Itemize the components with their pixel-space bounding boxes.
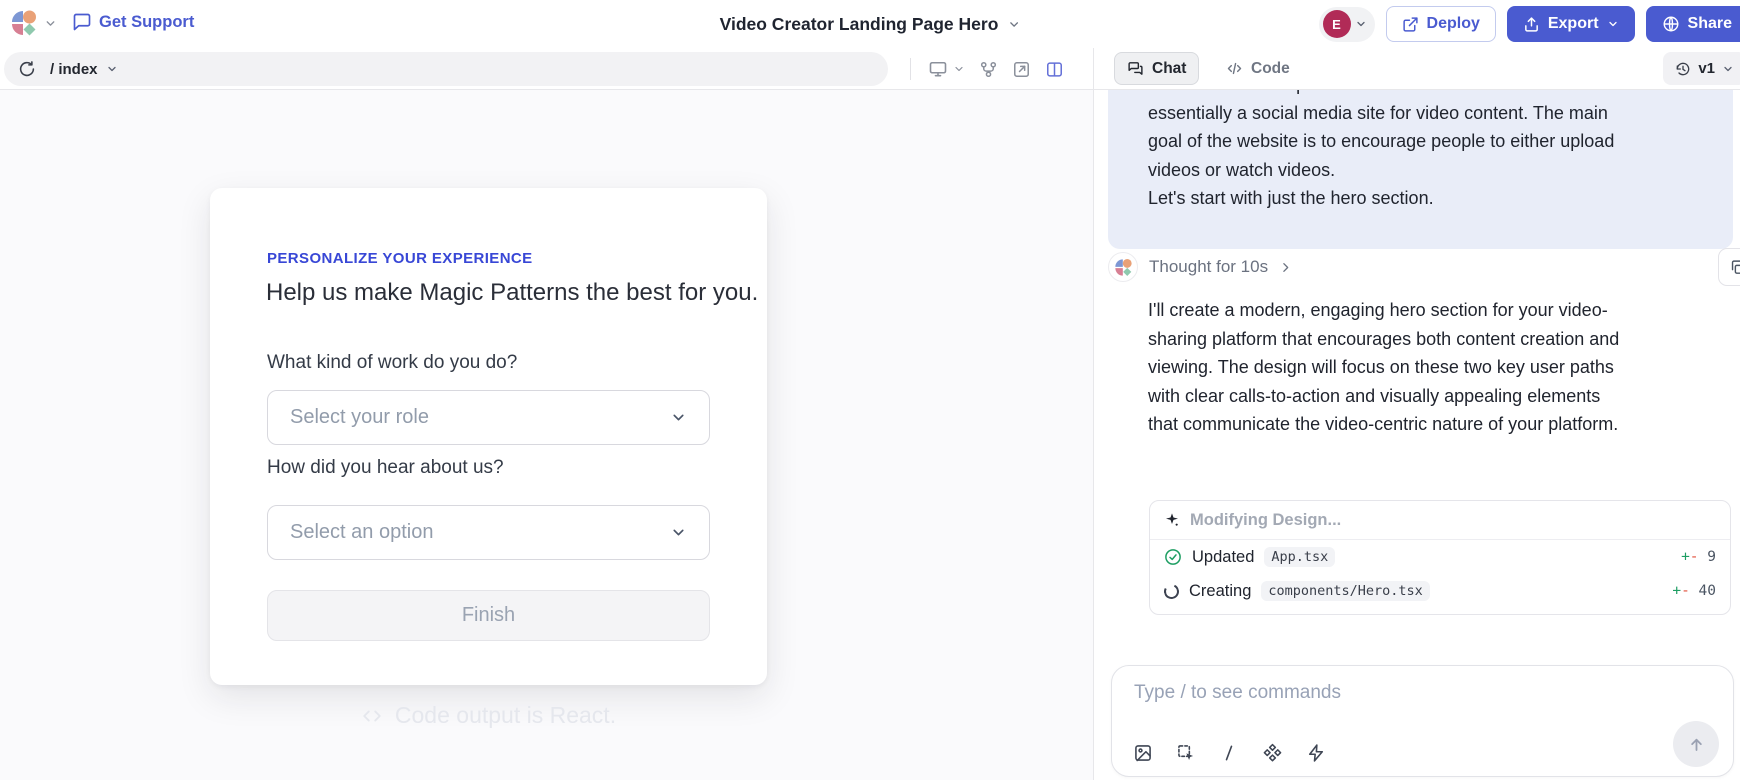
chevron-right-icon bbox=[1279, 261, 1292, 274]
deploy-button[interactable]: Deploy bbox=[1386, 6, 1496, 42]
tool-row-creating[interactable]: Creating components/Hero.tsx +- 40 bbox=[1150, 574, 1730, 608]
chat-bubble-icon bbox=[72, 12, 92, 32]
url-bar[interactable]: / index bbox=[4, 52, 888, 86]
external-link-icon bbox=[1402, 16, 1419, 33]
chat-input[interactable] bbox=[1134, 682, 1653, 704]
preview-panel: PERSONALIZE YOUR EXPERIENCE Help us make… bbox=[0, 90, 1093, 780]
assistant-avatar bbox=[1108, 252, 1138, 282]
avatar: E bbox=[1323, 10, 1351, 38]
thought-toggle[interactable]: Thought for 10s bbox=[1108, 252, 1292, 282]
thought-label: Thought for 10s bbox=[1149, 257, 1268, 277]
tool-row-status: Updated bbox=[1192, 548, 1254, 567]
history-icon bbox=[1675, 61, 1691, 77]
finish-button[interactable]: Finish bbox=[267, 590, 710, 641]
diff-stat: +- 40 bbox=[1672, 583, 1716, 599]
personalize-modal: PERSONALIZE YOUR EXPERIENCE Help us make… bbox=[210, 188, 767, 685]
tool-row-status: Creating bbox=[1189, 582, 1251, 601]
chevron-down-icon bbox=[953, 63, 965, 75]
tab-code[interactable]: Code bbox=[1216, 52, 1300, 85]
code-output-watermark: Code output is React. bbox=[0, 702, 977, 729]
copy-message-button[interactable] bbox=[1718, 248, 1740, 286]
get-support-link[interactable]: Get Support bbox=[72, 12, 194, 32]
hear-about-select[interactable]: Select an option bbox=[267, 505, 710, 560]
file-chip: components/Hero.tsx bbox=[1261, 581, 1429, 601]
modal-eyebrow: PERSONALIZE YOUR EXPERIENCE bbox=[267, 250, 533, 267]
hear-select-placeholder: Select an option bbox=[290, 521, 670, 544]
tool-card-header: Modifying Design... bbox=[1190, 511, 1341, 530]
sparkle-icon bbox=[1164, 512, 1180, 528]
account-menu[interactable]: E bbox=[1319, 7, 1375, 42]
version-selector[interactable]: v1 bbox=[1663, 52, 1740, 85]
chat-bubbles-icon bbox=[1127, 60, 1144, 77]
app-header: Get Support Video Creator Landing Page H… bbox=[0, 0, 1740, 48]
export-button[interactable]: Export bbox=[1507, 6, 1635, 42]
components-icon[interactable] bbox=[1262, 742, 1283, 763]
magic-patterns-logo[interactable] bbox=[10, 9, 38, 37]
role-select-placeholder: Select your role bbox=[290, 406, 670, 429]
send-button[interactable] bbox=[1673, 721, 1719, 767]
refresh-icon[interactable] bbox=[18, 60, 36, 78]
split-view-icon[interactable] bbox=[1045, 60, 1064, 79]
slash-command-icon[interactable] bbox=[1219, 743, 1239, 763]
assistant-message-text: I'll create a modern, engaging hero sect… bbox=[1148, 296, 1714, 439]
chevron-down-icon bbox=[670, 524, 687, 541]
globe-icon bbox=[1662, 15, 1680, 33]
file-chip: App.tsx bbox=[1264, 547, 1335, 567]
chevron-down-icon bbox=[1722, 63, 1734, 75]
open-in-new-tab-icon[interactable] bbox=[1012, 60, 1031, 79]
share-button[interactable]: Share bbox=[1646, 6, 1740, 42]
tool-activity-card: Modifying Design... Updated App.tsx +- 9… bbox=[1149, 500, 1731, 615]
chat-toolbar: Chat Code v1 bbox=[1093, 48, 1740, 90]
chevron-down-icon bbox=[1007, 18, 1020, 31]
zap-icon[interactable] bbox=[1306, 743, 1326, 763]
spinner-icon bbox=[1162, 582, 1181, 601]
diff-stat: +- 9 bbox=[1681, 549, 1716, 565]
role-select[interactable]: Select your role bbox=[267, 390, 710, 445]
chevron-down-icon bbox=[670, 409, 687, 426]
code-icon bbox=[1226, 60, 1243, 77]
route-selector[interactable]: / index bbox=[50, 61, 118, 78]
arrow-up-icon bbox=[1687, 735, 1706, 754]
chevron-down-icon bbox=[1607, 18, 1619, 30]
chevron-down-icon[interactable] bbox=[44, 17, 57, 30]
tool-row-updated[interactable]: Updated App.tsx +- 9 bbox=[1150, 540, 1730, 574]
image-attach-icon[interactable] bbox=[1133, 743, 1153, 763]
chevron-down-icon bbox=[106, 63, 118, 75]
tab-chat[interactable]: Chat bbox=[1114, 52, 1199, 85]
chat-input-container bbox=[1111, 665, 1734, 777]
toolbar-divider bbox=[910, 58, 911, 80]
check-circle-icon bbox=[1164, 548, 1182, 566]
project-title-menu[interactable]: Video Creator Landing Page Hero bbox=[720, 0, 1021, 48]
project-title: Video Creator Landing Page Hero bbox=[720, 14, 999, 35]
chevron-down-icon bbox=[1355, 18, 1367, 30]
copy-icon bbox=[1729, 259, 1740, 276]
magic-patterns-logo-icon bbox=[1114, 258, 1133, 277]
code-icon bbox=[361, 705, 383, 727]
modal-title: Help us make Magic Patterns the best for… bbox=[266, 279, 758, 307]
question-work-label: What kind of work do you do? bbox=[267, 352, 517, 374]
question-hear-label: How did you hear about us? bbox=[267, 457, 504, 479]
user-message-text: that lets creators upload and share thei… bbox=[1148, 70, 1693, 213]
preview-toolbar: / index Chat Code v1 bbox=[0, 48, 1740, 90]
upload-icon bbox=[1523, 16, 1540, 33]
component-tree-icon[interactable] bbox=[979, 60, 998, 79]
device-selector[interactable] bbox=[928, 59, 965, 79]
select-element-icon[interactable] bbox=[1176, 743, 1196, 763]
monitor-icon bbox=[928, 59, 948, 79]
chat-panel: that lets creators upload and share thei… bbox=[1093, 90, 1740, 780]
